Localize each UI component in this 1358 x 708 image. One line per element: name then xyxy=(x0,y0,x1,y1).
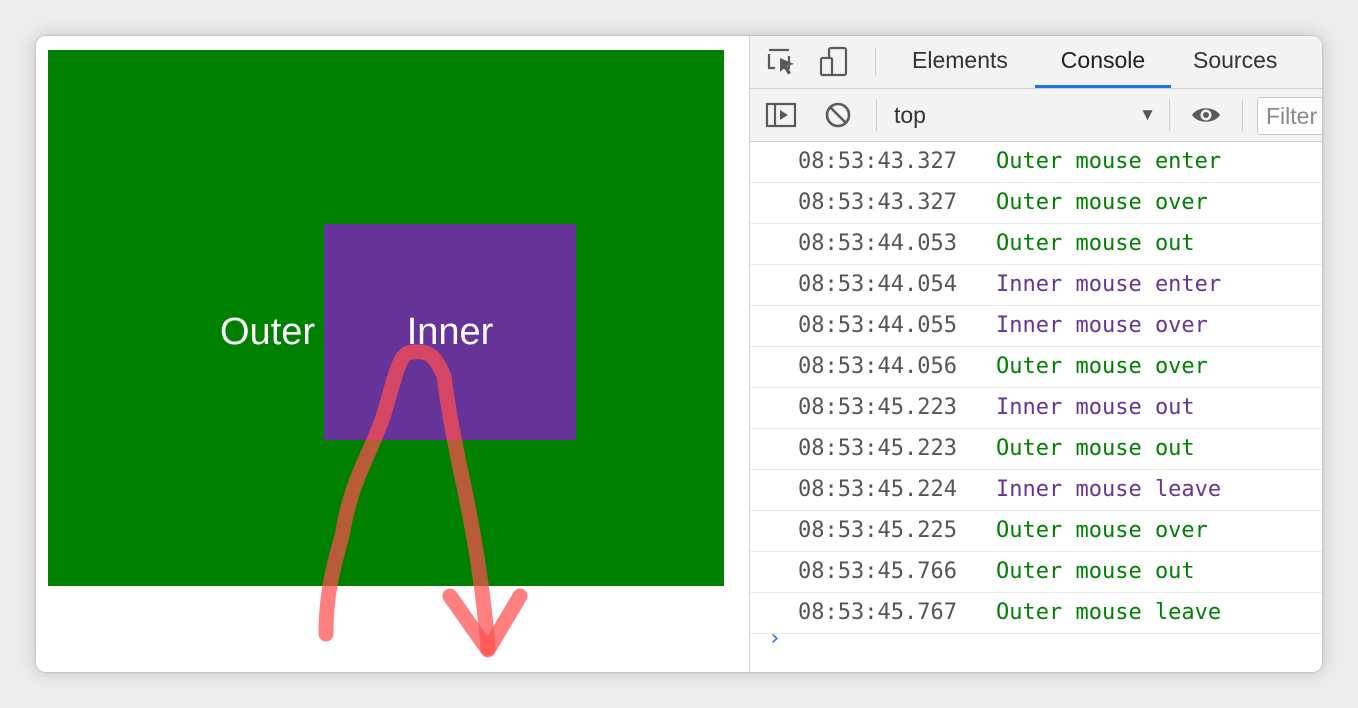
outer-box[interactable]: Outer Inner xyxy=(48,50,724,586)
tab-elements[interactable]: Elements xyxy=(912,36,1008,88)
devtools-tab-bar: Elements Console Sources xyxy=(750,36,1322,89)
log-timestamp: 08:53:44.053 xyxy=(798,231,957,256)
console-log-row[interactable]: 08:53:44.053 Outer mouse out xyxy=(750,224,1322,265)
dropdown-arrow-icon: ▼ xyxy=(1139,105,1156,124)
toolbar-separator xyxy=(1242,99,1243,131)
browser-window: Outer Inner Elements Console Sources top… xyxy=(36,36,1322,672)
log-timestamp: 08:53:43.327 xyxy=(798,149,957,174)
log-timestamp: 08:53:45.766 xyxy=(798,559,957,584)
eye-icon[interactable] xyxy=(1190,99,1222,131)
toolbar-separator xyxy=(1169,99,1170,131)
log-timestamp: 08:53:43.327 xyxy=(798,190,957,215)
log-message: Inner mouse over xyxy=(996,313,1208,338)
log-timestamp: 08:53:45.223 xyxy=(798,436,957,461)
console-log-row[interactable]: 08:53:45.766 Outer mouse out xyxy=(750,552,1322,593)
log-message: Outer mouse enter xyxy=(996,149,1222,174)
device-toolbar-icon[interactable] xyxy=(818,46,850,78)
toolbar-separator xyxy=(876,99,877,131)
log-message: Inner mouse out xyxy=(996,395,1195,420)
outer-label: Outer xyxy=(220,311,316,353)
log-timestamp: 08:53:44.055 xyxy=(798,313,957,338)
console-log-row[interactable]: 08:53:44.054 Inner mouse enter xyxy=(750,265,1322,306)
inner-label: Inner xyxy=(406,311,494,353)
log-timestamp: 08:53:44.054 xyxy=(798,272,957,297)
context-selector-value: top xyxy=(894,102,926,128)
log-message: Outer mouse out xyxy=(996,559,1195,584)
sidebar-toggle-icon[interactable] xyxy=(765,99,797,131)
log-timestamp: 08:53:45.223 xyxy=(798,395,957,420)
log-message: Outer mouse over xyxy=(996,518,1208,543)
page-viewport: Outer Inner xyxy=(36,36,749,672)
log-message: Inner mouse enter xyxy=(996,272,1222,297)
context-selector[interactable]: top ▼ xyxy=(878,95,1166,135)
inspect-element-icon[interactable] xyxy=(766,46,798,78)
devtools-panel: Elements Console Sources top ▼ Filter 08… xyxy=(749,36,1322,672)
console-log-row[interactable]: 08:53:45.225 Outer mouse over xyxy=(750,511,1322,552)
mouse-path-arrowhead xyxy=(442,588,528,658)
log-message: Inner mouse leave xyxy=(996,477,1222,502)
console-log-row[interactable]: 08:53:43.327 Outer mouse enter xyxy=(750,142,1322,183)
console-log-row[interactable]: 08:53:44.056 Outer mouse over xyxy=(750,347,1322,388)
log-timestamp: 08:53:45.767 xyxy=(798,600,957,625)
tab-separator xyxy=(875,48,876,76)
log-timestamp: 08:53:44.056 xyxy=(798,354,957,379)
console-log-row[interactable]: 08:53:45.767 Outer mouse leave xyxy=(750,593,1322,634)
tab-sources[interactable]: Sources xyxy=(1193,36,1277,88)
console-log-list: 08:53:43.327 Outer mouse enter 08:53:43.3… xyxy=(750,142,1322,634)
console-log-row[interactable]: 08:53:45.223 Outer mouse out xyxy=(750,429,1322,470)
log-message: Outer mouse over xyxy=(996,190,1208,215)
console-log-row[interactable]: 08:53:43.327 Outer mouse over xyxy=(750,183,1322,224)
log-message: Outer mouse leave xyxy=(996,600,1222,625)
console-log-row[interactable]: 08:53:44.055 Inner mouse over xyxy=(750,306,1322,347)
log-message: Outer mouse out xyxy=(996,436,1195,461)
log-message: Outer mouse out xyxy=(996,231,1195,256)
clear-console-icon[interactable] xyxy=(822,99,854,131)
log-timestamp: 08:53:45.224 xyxy=(798,477,957,502)
console-log-row[interactable]: 08:53:45.223 Inner mouse out xyxy=(750,388,1322,429)
console-prompt[interactable]: › xyxy=(768,626,781,651)
console-filter-input[interactable] xyxy=(1257,97,1322,135)
console-toolbar: top ▼ xyxy=(750,89,1322,142)
log-timestamp: 08:53:45.225 xyxy=(798,518,957,543)
console-log-row[interactable]: 08:53:45.224 Inner mouse leave xyxy=(750,470,1322,511)
inner-box[interactable]: Inner xyxy=(324,224,576,440)
tab-console[interactable]: Console xyxy=(1035,36,1171,88)
log-message: Outer mouse over xyxy=(996,354,1208,379)
